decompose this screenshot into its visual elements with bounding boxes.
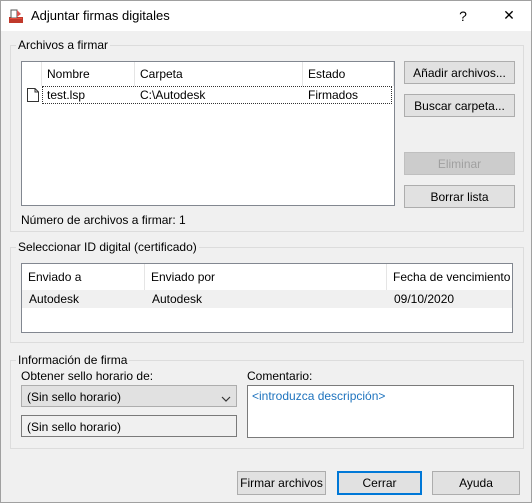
help-label: Ayuda — [459, 476, 493, 490]
cert-expiry: 09/10/2020 — [394, 292, 455, 306]
id-list[interactable]: Enviado a Enviado por Fecha de vencimien… — [21, 263, 513, 333]
id-col-by-label: Enviado por — [151, 270, 216, 284]
comment-label: Comentario: — [247, 369, 313, 383]
remove-button[interactable]: Eliminar — [404, 152, 515, 175]
clear-list-button[interactable]: Borrar lista — [404, 185, 515, 208]
help-button[interactable]: Ayuda — [432, 471, 520, 495]
files-col-folder-header[interactable]: Carpeta — [135, 62, 303, 86]
app-icon — [8, 8, 24, 24]
files-list[interactable]: Nombre Carpeta Estado test.lsp C:\Autode… — [21, 61, 395, 206]
timestamp-label: Obtener sello horario de: — [21, 369, 154, 383]
files-col-name-label: Nombre — [47, 67, 90, 81]
files-col-status-label: Estado — [308, 67, 346, 81]
cert-issued-to: Autodesk — [29, 292, 80, 306]
close-icon: ✕ — [503, 7, 515, 23]
timestamp-display-text: (Sin sello horario) — [27, 420, 122, 434]
signature-group-label: Información de firma — [16, 353, 130, 367]
id-col-by-header[interactable]: Enviado por — [145, 264, 387, 290]
timestamp-select[interactable]: (Sin sello horario) — [21, 385, 237, 407]
files-col-folder-label: Carpeta — [140, 67, 183, 81]
find-folder-button[interactable]: Buscar carpeta... — [404, 94, 515, 117]
files-count: Número de archivos a firmar: 1 — [21, 213, 186, 227]
sign-files-button[interactable]: Firmar archivos — [237, 471, 326, 495]
close-button[interactable]: Cerrar — [337, 471, 422, 495]
id-col-expiry-header[interactable]: Fecha de vencimiento — [387, 264, 512, 290]
file-icon — [27, 88, 39, 102]
title-bar: Adjuntar firmas digitales ? ✕ — [0, 0, 532, 31]
sign-files-label: Firmar archivos — [240, 476, 323, 490]
window-title: Adjuntar firmas digitales — [31, 8, 170, 23]
files-col-name-header[interactable]: Nombre — [42, 62, 135, 86]
timestamp-selected-value: (Sin sello horario) — [27, 390, 122, 404]
files-col-status-header[interactable]: Estado — [303, 62, 394, 86]
files-group-label: Archivos a firmar — [16, 38, 111, 52]
id-col-expiry-label: Fecha de vencimiento — [393, 270, 511, 284]
help-title-button[interactable]: ? — [440, 0, 486, 31]
comment-placeholder: <introduzca descripción> — [252, 389, 386, 403]
close-label: Cerrar — [362, 476, 397, 490]
comment-field[interactable]: <introduzca descripción> — [247, 385, 514, 438]
table-row[interactable]: test.lsp C:\Autodesk Firmados — [22, 86, 394, 104]
id-group-label: Seleccionar ID digital (certificado) — [16, 240, 199, 254]
find-folder-label: Buscar carpeta... — [414, 98, 505, 113]
timestamp-display: (Sin sello horario) — [21, 415, 237, 437]
clear-list-label: Borrar lista — [430, 189, 489, 204]
remove-label: Eliminar — [437, 156, 482, 171]
add-files-button[interactable]: Añadir archivos... — [404, 61, 515, 84]
cert-issued-by: Autodesk — [152, 292, 203, 306]
files-col-icon-header[interactable] — [22, 62, 42, 86]
file-folder: C:\Autodesk — [140, 88, 206, 102]
file-name: test.lsp — [47, 88, 86, 102]
help-icon: ? — [459, 7, 467, 24]
id-col-to-header[interactable]: Enviado a — [22, 264, 145, 290]
add-files-label: Añadir archivos... — [413, 65, 506, 80]
close-window-button[interactable]: ✕ — [486, 0, 532, 31]
id-col-to-label: Enviado a — [28, 270, 82, 284]
chevron-down-icon — [221, 392, 231, 406]
table-row[interactable]: Autodesk Autodesk 09/10/2020 — [22, 290, 512, 308]
file-status: Firmados — [308, 88, 359, 102]
